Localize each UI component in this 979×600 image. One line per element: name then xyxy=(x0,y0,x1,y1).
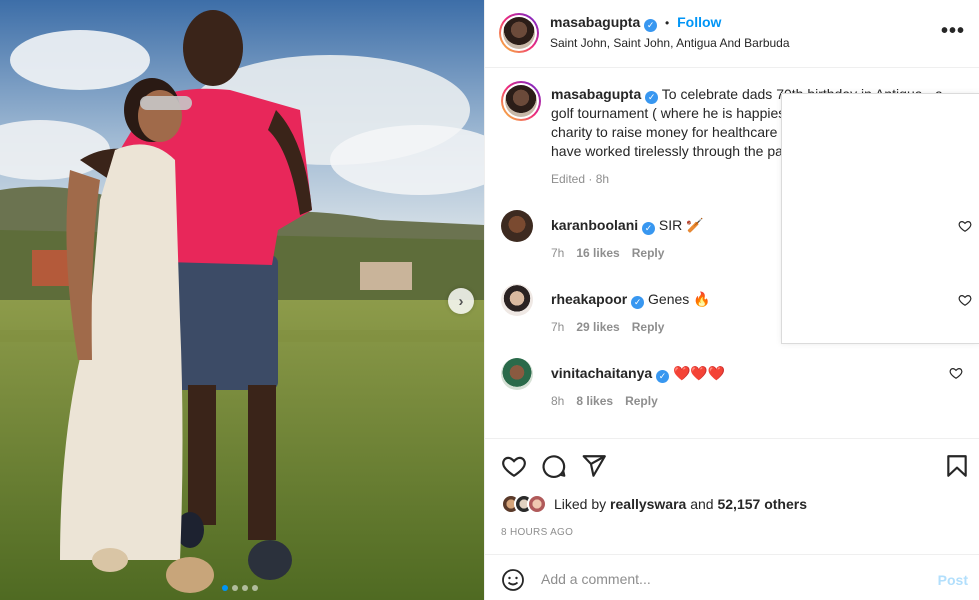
overlay-card xyxy=(781,93,979,344)
photo-illustration xyxy=(0,0,484,600)
reply-button[interactable]: Reply xyxy=(632,246,665,260)
share-icon[interactable] xyxy=(581,453,607,479)
emoji-icon[interactable] xyxy=(501,568,525,592)
post-side-panel: masabagupta ✓ • Follow Saint John, Saint… xyxy=(484,0,979,600)
comment-likes[interactable]: 8 likes xyxy=(576,394,613,408)
verified-icon: ✓ xyxy=(631,296,645,309)
avatar-image xyxy=(505,85,537,117)
next-photo-button[interactable]: › xyxy=(448,288,474,314)
post-photo[interactable]: › xyxy=(0,0,484,600)
comment-line: rheakapoor ✓ Genes 🔥 xyxy=(551,291,711,309)
comment-text: SIR 🏏 xyxy=(658,217,704,233)
verified-icon: ✓ xyxy=(644,19,658,32)
comment-username[interactable]: karanboolani xyxy=(551,217,638,233)
heart-icon[interactable] xyxy=(501,453,527,479)
post-location[interactable]: Saint John, Saint John, Antigua And Barb… xyxy=(550,36,790,50)
post-comment-button[interactable]: Post xyxy=(938,572,968,588)
commenter-avatar[interactable] xyxy=(501,358,533,390)
comments-section[interactable]: masabagupta ✓ To celebrate dads 70th bir… xyxy=(485,69,979,438)
carousel-dot xyxy=(222,585,228,591)
liked-by: Liked by reallyswara and 52,157 others xyxy=(501,494,807,514)
add-comment-bar: Post xyxy=(485,554,979,600)
comment-meta: 8h 8 likes Reply xyxy=(551,394,658,408)
comment-meta: 7h 16 likes Reply xyxy=(551,246,664,260)
comment-username[interactable]: rheakapoor xyxy=(551,291,627,307)
comment-time: 7h xyxy=(551,320,565,334)
comment-likes[interactable]: 16 likes xyxy=(576,246,619,260)
post-header: masabagupta ✓ • Follow Saint John, Saint… xyxy=(485,0,979,68)
comment-text: ❤️❤️❤️ xyxy=(672,365,726,381)
liker-avatar xyxy=(527,494,547,514)
carousel-dot xyxy=(252,585,258,591)
comment-text: Genes 🔥 xyxy=(648,291,711,307)
reply-button[interactable]: Reply xyxy=(625,394,658,408)
verified-icon: ✓ xyxy=(656,370,670,383)
liked-prefix: Liked by xyxy=(554,496,607,512)
header-user-line: masabagupta ✓ • Follow xyxy=(550,14,721,32)
reply-button[interactable]: Reply xyxy=(632,320,665,334)
follow-button[interactable]: Follow xyxy=(677,14,721,30)
liked-others[interactable]: 52,157 others xyxy=(717,496,807,512)
verified-icon: ✓ xyxy=(645,91,659,104)
comment-meta: 7h 29 likes Reply xyxy=(551,320,664,334)
chevron-right-icon: › xyxy=(458,292,464,310)
bookmark-icon[interactable] xyxy=(944,453,970,479)
comment-icon[interactable] xyxy=(541,453,567,479)
comment-likes[interactable]: 29 likes xyxy=(576,320,619,334)
separator: • xyxy=(665,16,670,30)
commenter-avatar[interactable] xyxy=(501,284,533,316)
commenter-avatar[interactable] xyxy=(501,210,533,242)
comment-input[interactable] xyxy=(541,567,921,591)
carousel-dot xyxy=(232,585,238,591)
verified-icon: ✓ xyxy=(642,222,656,235)
caption-username[interactable]: masabagupta xyxy=(551,86,641,102)
action-bar: Liked by reallyswara and 52,157 others 8… xyxy=(485,438,979,554)
more-icon[interactable]: ••• xyxy=(941,20,965,43)
carousel-dots xyxy=(222,585,258,591)
comment-time: 7h xyxy=(551,246,565,260)
comment-line: karanboolani ✓ SIR 🏏 xyxy=(551,217,704,235)
comment-line: vinitachaitanya ✓ ❤️❤️❤️ xyxy=(551,365,725,383)
carousel-dot xyxy=(242,585,248,591)
author-avatar[interactable] xyxy=(499,13,539,53)
comment-time: 8h xyxy=(551,394,565,408)
avatar-image xyxy=(503,17,535,49)
heart-icon[interactable] xyxy=(958,293,972,307)
caption-avatar[interactable] xyxy=(501,81,541,121)
heart-icon[interactable] xyxy=(958,219,972,233)
liked-user[interactable]: reallyswara xyxy=(610,496,686,512)
author-username[interactable]: masabagupta xyxy=(550,14,640,30)
caption-meta: Edited · 8h xyxy=(551,172,610,186)
post-timestamp[interactable]: 8 HOURS AGO xyxy=(501,527,573,538)
heart-icon[interactable] xyxy=(949,366,963,380)
liked-by-text: Liked by reallyswara and 52,157 others xyxy=(554,496,807,512)
comment-username[interactable]: vinitachaitanya xyxy=(551,365,652,381)
liked-middle: and xyxy=(690,496,714,512)
